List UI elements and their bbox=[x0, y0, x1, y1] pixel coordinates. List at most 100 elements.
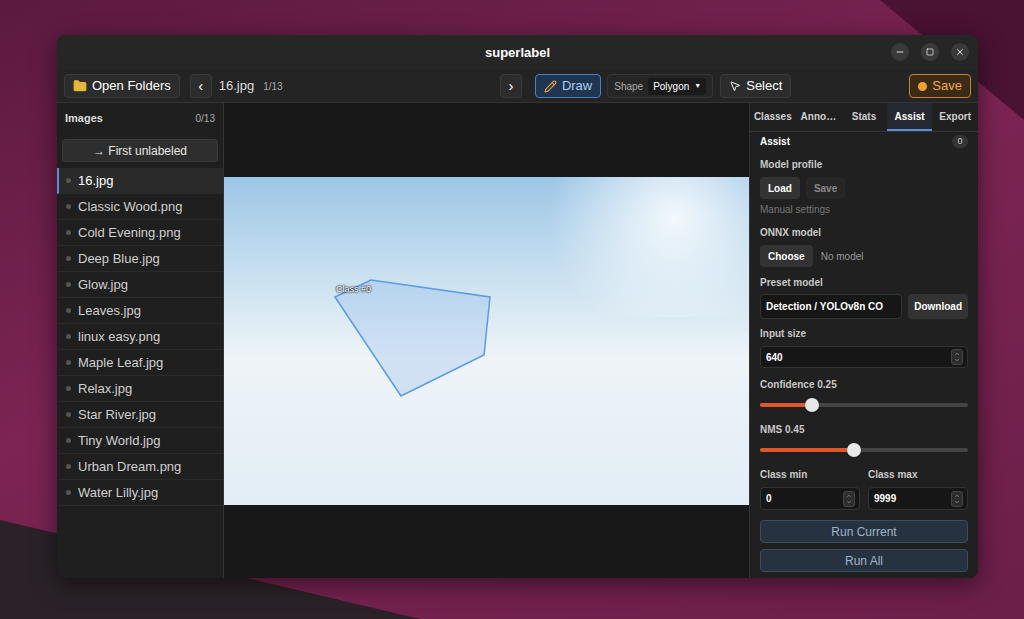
image-item[interactable]: Classic Wood.png bbox=[57, 194, 223, 220]
image-item[interactable]: Leaves.jpg bbox=[57, 298, 223, 324]
slider-track bbox=[760, 403, 968, 407]
panel-tab[interactable]: Stats bbox=[841, 103, 887, 131]
pencil-icon bbox=[544, 80, 557, 93]
image-item[interactable]: linux easy.png bbox=[57, 324, 223, 350]
prev-button[interactable]: ‹ bbox=[190, 74, 212, 98]
image-item[interactable]: Deep Blue.jpg bbox=[57, 246, 223, 272]
slider[interactable] bbox=[760, 398, 968, 412]
unsaved-dot-icon bbox=[918, 82, 927, 91]
image-item[interactable]: Cold Evening.png bbox=[57, 220, 223, 246]
cursor-icon bbox=[729, 80, 741, 92]
panel-tab[interactable]: Assist bbox=[887, 103, 933, 131]
manual-settings-note: Manual settings bbox=[760, 204, 968, 216]
class-range-field-group: Class max 9999 bbox=[868, 469, 968, 510]
sidebar-count: 0/13 bbox=[196, 111, 215, 126]
panel-tab[interactable]: Anno… bbox=[796, 103, 842, 131]
assist-header: Assist0 bbox=[760, 133, 968, 149]
class-range-label: Class min bbox=[760, 469, 860, 481]
class-range-label: Class max bbox=[868, 469, 968, 481]
draw-button[interactable]: Draw bbox=[535, 74, 601, 98]
image-view: Class #0 bbox=[224, 177, 749, 505]
class-range: Class min 0 Class max 9999 bbox=[760, 469, 968, 510]
maximize-icon bbox=[926, 48, 934, 56]
spinner[interactable] bbox=[843, 491, 855, 507]
image-list: 16.jpgClassic Wood.pngCold Evening.pngDe… bbox=[57, 168, 223, 506]
profile-button[interactable]: Load bbox=[760, 177, 800, 199]
class-range-field-group: Class min 0 bbox=[760, 469, 860, 510]
image-item[interactable]: Star River.jpg bbox=[57, 402, 223, 428]
profile-button[interactable]: Save bbox=[806, 177, 845, 199]
sidebar-header: Images 0/13 bbox=[57, 103, 223, 133]
close-button[interactable] bbox=[951, 43, 969, 61]
image-item[interactable]: Maple Leaf.jpg bbox=[57, 350, 223, 376]
slider-label: Confidence 0.25 bbox=[760, 379, 968, 391]
close-icon bbox=[955, 47, 965, 57]
download-button[interactable]: Download bbox=[908, 294, 968, 319]
image-item[interactable]: Tiny World.jpg bbox=[57, 428, 223, 454]
select-button[interactable]: Select bbox=[720, 74, 791, 98]
assist-badge: 0 bbox=[952, 135, 968, 148]
file-position: 1/13 bbox=[263, 79, 282, 94]
image-sidebar: Images 0/13 → First unlabeled 16.jpgClassic… bbox=[57, 103, 224, 578]
save-button[interactable]: Save bbox=[909, 74, 971, 98]
status-dot-icon bbox=[66, 334, 71, 339]
title-bar: superlabel bbox=[57, 35, 978, 70]
spinner[interactable] bbox=[951, 491, 963, 507]
status-dot-icon bbox=[66, 178, 71, 183]
image-item[interactable]: Urban Dream.png bbox=[57, 454, 223, 480]
slider-thumb[interactable] bbox=[805, 398, 819, 412]
status-dot-icon bbox=[66, 204, 71, 209]
down-icon bbox=[953, 499, 961, 505]
image-item[interactable]: Relax.jpg bbox=[57, 376, 223, 402]
status-dot-icon bbox=[66, 360, 71, 365]
canvas[interactable]: Class #0 bbox=[224, 103, 749, 578]
image-item[interactable]: Glow.jpg bbox=[57, 272, 223, 298]
down-icon bbox=[953, 357, 961, 363]
preset-select[interactable]: Detection / YOLOv8n CO bbox=[760, 294, 902, 319]
slider-row: NMS 0.45 bbox=[760, 412, 968, 457]
main-area: Images 0/13 → First unlabeled 16.jpgClassic… bbox=[57, 103, 978, 578]
first-unlabeled-button[interactable]: → First unlabeled bbox=[62, 139, 218, 162]
choose-button[interactable]: Choose bbox=[760, 245, 813, 267]
shape-select[interactable]: Polygon▼ bbox=[648, 78, 706, 95]
up-icon bbox=[953, 493, 961, 499]
status-dot-icon bbox=[66, 256, 71, 261]
slider-track bbox=[760, 448, 968, 452]
spinner[interactable] bbox=[951, 349, 963, 365]
panel-tab[interactable]: Classes bbox=[750, 103, 796, 131]
annotation-label: Class #0 bbox=[336, 284, 371, 295]
up-icon bbox=[953, 351, 961, 357]
sidebar-title: Images bbox=[65, 110, 103, 127]
folder-icon bbox=[73, 79, 87, 93]
preset-row: Detection / YOLOv8n CODownload bbox=[760, 294, 968, 319]
slider-label: NMS 0.45 bbox=[760, 424, 968, 436]
class-range-field[interactable]: 9999 bbox=[868, 487, 968, 510]
window-controls bbox=[891, 43, 969, 61]
slider-row: Confidence 0.25 bbox=[760, 368, 968, 412]
model-profile-label: Model profile bbox=[760, 159, 968, 171]
slider-thumb[interactable] bbox=[847, 443, 861, 457]
run-button[interactable]: Run Current bbox=[760, 520, 968, 543]
annotation-polygon-icon[interactable] bbox=[224, 177, 749, 505]
input-size-field[interactable]: 640 bbox=[760, 346, 968, 368]
class-range-field[interactable]: 0 bbox=[760, 487, 860, 510]
next-button[interactable]: › bbox=[500, 74, 522, 98]
maximize-button[interactable] bbox=[921, 43, 939, 61]
slider-fill bbox=[760, 448, 854, 452]
image-item[interactable]: Water Lilly.jpg bbox=[57, 480, 223, 506]
slider[interactable] bbox=[760, 443, 968, 457]
minimize-button[interactable] bbox=[891, 43, 909, 61]
panel-tab[interactable]: Export bbox=[932, 103, 978, 131]
minimize-icon bbox=[895, 47, 905, 57]
assist-content: Assist0 Model profile Load Save Manual setti… bbox=[750, 132, 978, 572]
onnx-model-label: ONNX model bbox=[760, 227, 968, 239]
status-dot-icon bbox=[66, 412, 71, 417]
onnx-row: ChooseNo model bbox=[760, 245, 968, 267]
image-item[interactable]: 16.jpg bbox=[57, 168, 223, 194]
status-dot-icon bbox=[66, 308, 71, 313]
desktop: superlabel Open Folders ‹ 16.jpg 1/13 › DrawSh… bbox=[0, 0, 1024, 619]
toolbar: Open Folders‹16.jpg1/13›DrawShapePolygon… bbox=[57, 70, 978, 103]
open-folders-button[interactable]: Open Folders bbox=[64, 74, 180, 98]
shape-group: ShapePolygon▼ bbox=[607, 74, 713, 98]
run-button[interactable]: Run All bbox=[760, 549, 968, 572]
